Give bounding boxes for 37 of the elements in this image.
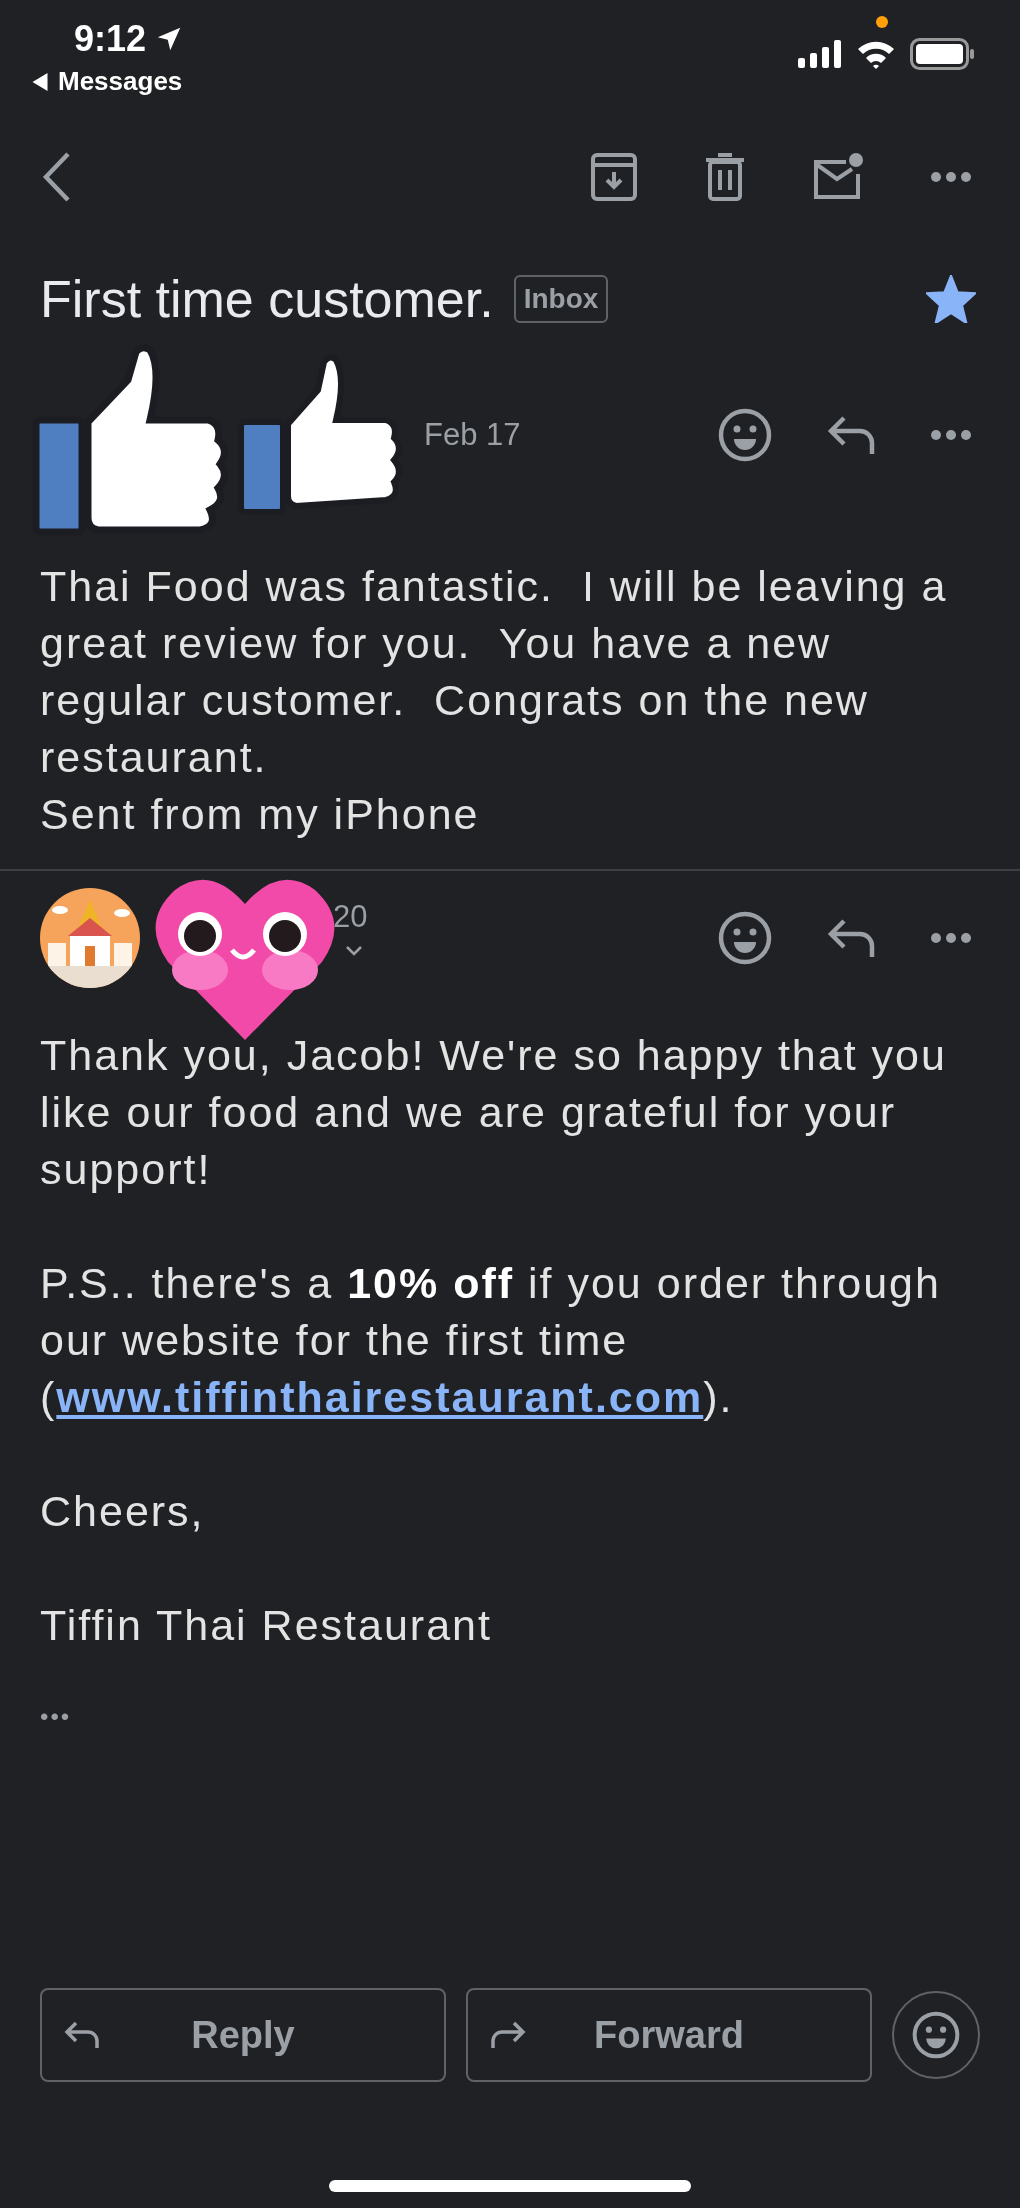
inbox-label[interactable]: Inbox (513, 275, 609, 323)
wifi-icon (856, 39, 896, 69)
message-paragraph: Thank you, Jacob! We're so happy that you like our food and we are grateful for your support! (40, 1030, 948, 1195)
email-subject: First time customer. (40, 269, 494, 329)
trimmed-content-toggle[interactable]: ••• (40, 1703, 72, 1731)
emoji-icon (912, 2011, 960, 2059)
message-paragraph: P.S.. there's a 10% off if you order through our website for the first time (www.tiffinthairestaurant.com). (40, 1258, 942, 1423)
reply-button[interactable]: Reply (40, 1988, 446, 2082)
reply-icon (64, 2020, 100, 2050)
website-link[interactable]: www.tiffinthairestaurant.com (56, 1373, 704, 1421)
battery-icon (910, 38, 976, 70)
message-paragraph: Cheers, (40, 1486, 206, 1537)
message-paragraph: Tiffin Thai Restaurant (40, 1600, 493, 1651)
mark-unread-icon[interactable] (812, 152, 864, 202)
archive-icon[interactable] (590, 152, 638, 202)
message-paragraph: Thai Food was fantastic. I will be leaving a great review for you. You have a new regular customer. Congrats on the new restaurant. (40, 561, 949, 783)
message-date: 20 (333, 899, 368, 935)
emoji-icon[interactable] (718, 408, 772, 462)
star-icon[interactable] (926, 275, 976, 323)
message-date: Feb 17 (424, 417, 521, 453)
back-to-app-link[interactable]: Messages (58, 66, 183, 97)
more-icon[interactable] (930, 429, 972, 441)
more-icon[interactable] (930, 932, 972, 944)
message-paragraph: Sent from my iPhone (40, 789, 481, 840)
privacy-dot-icon (876, 16, 888, 28)
status-time: 9:12 (74, 18, 147, 60)
signal-icon (798, 40, 842, 68)
reply-icon[interactable] (826, 917, 876, 959)
delete-icon[interactable] (704, 152, 746, 202)
forward-button[interactable]: Forward (466, 1988, 872, 2082)
emoji-icon[interactable] (718, 911, 772, 965)
more-icon[interactable] (930, 171, 972, 183)
reply-icon[interactable] (826, 414, 876, 456)
chevron-down-icon[interactable] (345, 945, 363, 957)
back-triangle-icon[interactable] (32, 72, 48, 91)
forward-icon (490, 2020, 526, 2050)
emoji-button[interactable] (892, 1991, 980, 2079)
